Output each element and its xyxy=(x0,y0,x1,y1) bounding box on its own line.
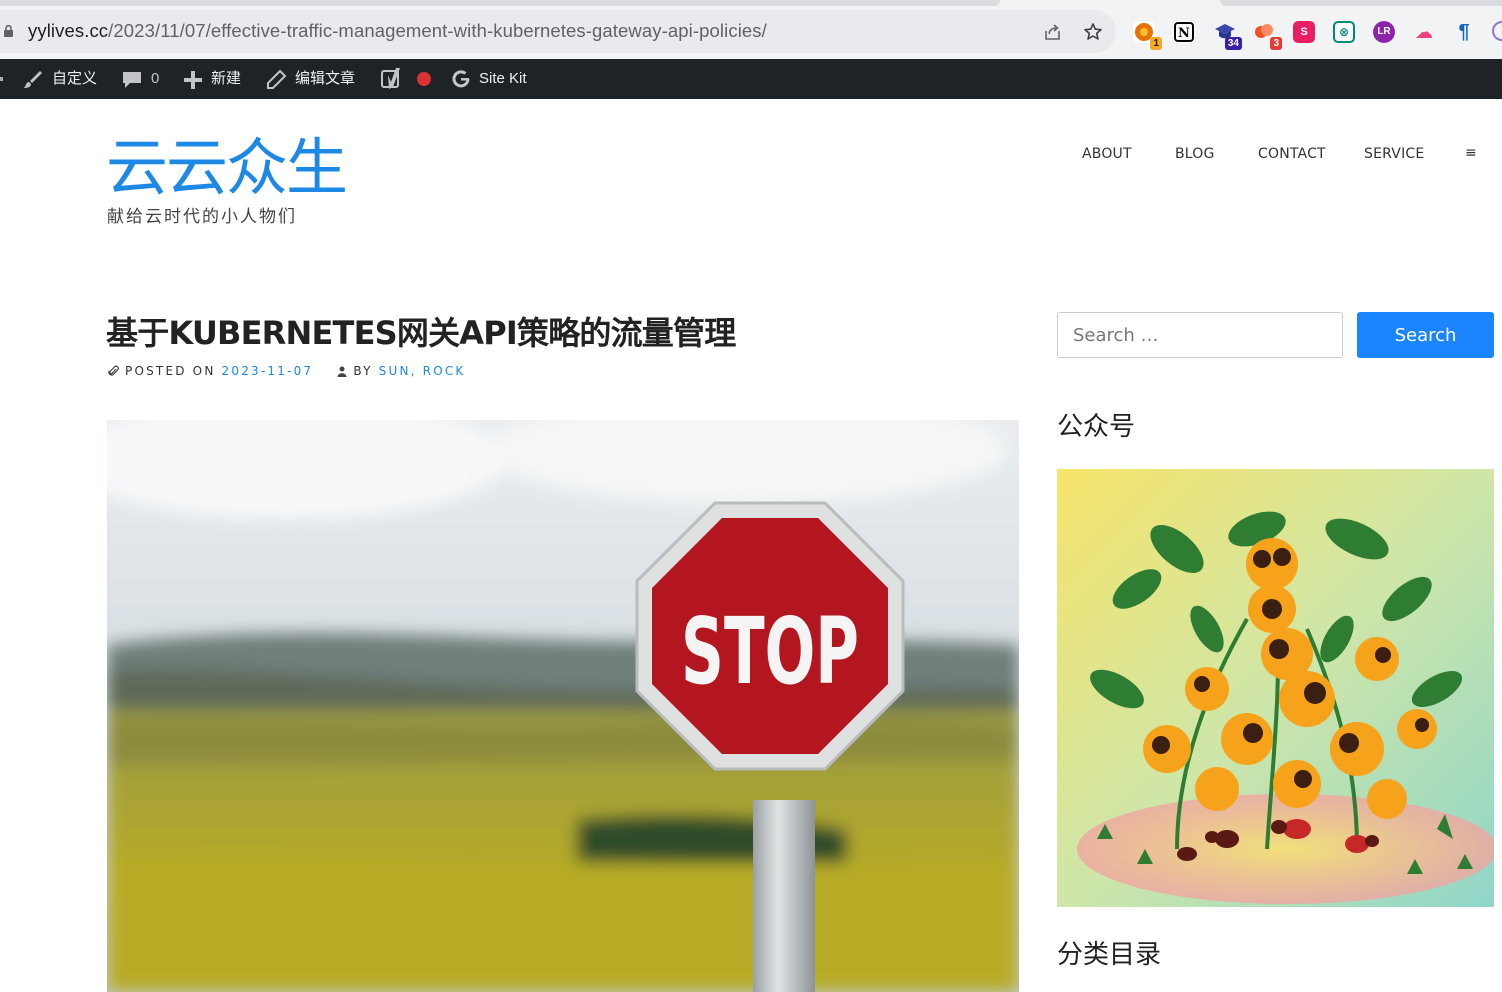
nav-about[interactable]: ABOUT xyxy=(1082,146,1132,162)
author-link[interactable]: SUN, ROCK xyxy=(379,364,466,378)
featured-image: STOP xyxy=(107,420,1019,992)
customize-label: 自定义 xyxy=(52,70,98,87)
browser-toolbar: yylives.cc/2023/11/07/effective-traffic-… xyxy=(0,0,1502,59)
customize-link[interactable]: 自定义 xyxy=(20,59,97,99)
wp-admin-bar: 自定义 0 新建 编辑文章 Site Kit xyxy=(0,59,1502,99)
graduation-cap-icon[interactable]: 34 xyxy=(1213,21,1242,50)
search-button[interactable]: Search xyxy=(1357,312,1494,358)
posted-on-label: POSTED ON xyxy=(125,364,216,378)
by-label: BY xyxy=(353,364,373,378)
paintbrush-icon xyxy=(24,71,42,88)
url-path: /2023/11/07/effective-traffic-management… xyxy=(108,20,767,41)
ext-purple-icon[interactable]: LR xyxy=(1373,21,1395,43)
ext-more-icon[interactable] xyxy=(1492,21,1502,41)
share-icon[interactable] xyxy=(1043,22,1063,42)
edit-post-link[interactable]: 编辑文章 xyxy=(265,59,355,99)
ext-cloud-icon[interactable]: ☁ xyxy=(1413,21,1435,43)
ext-badge: 3 xyxy=(1270,37,1282,50)
site-kit-label: Site Kit xyxy=(479,70,527,87)
seo-status-dot xyxy=(417,72,431,86)
ext-red-icon[interactable]: 3 xyxy=(1253,21,1282,50)
ext-badge: 34 xyxy=(1224,37,1242,50)
stop-sign-text: STOP xyxy=(681,598,859,705)
lock-icon[interactable] xyxy=(4,25,13,37)
wechat-qr-art-image[interactable] xyxy=(1057,469,1494,907)
ext-chrome-icon[interactable]: 1 xyxy=(1133,21,1162,50)
site-description: 献给云时代的小人物们 xyxy=(107,207,297,227)
comments-count: 0 xyxy=(151,70,160,87)
inactive-tab[interactable] xyxy=(1220,0,1502,6)
edit-label: 编辑文章 xyxy=(295,70,356,87)
nav-service[interactable]: SERVICE xyxy=(1364,146,1424,162)
wechat-widget-title: 公众号 xyxy=(1057,412,1136,442)
site-title[interactable]: 云云众生 xyxy=(106,128,348,208)
nav-blog[interactable]: BLOG xyxy=(1175,146,1215,162)
ext-pink-icon[interactable]: S xyxy=(1293,21,1315,43)
pencil-icon xyxy=(267,69,287,89)
google-g-icon xyxy=(452,70,470,88)
post-meta: POSTED ON 2023-11-07 BY SUN, ROCK xyxy=(108,364,466,378)
comment-bubble-icon xyxy=(123,72,141,88)
categories-widget-title: 分类目录 xyxy=(1057,940,1162,970)
new-content-link[interactable]: 新建 xyxy=(182,59,241,99)
ext-teal-icon[interactable]: ⊗ xyxy=(1333,21,1355,43)
user-icon xyxy=(337,366,347,377)
paperclip-icon xyxy=(108,365,119,376)
post-date-link[interactable]: 2023-11-07 xyxy=(222,364,314,378)
url-host: yylives.cc xyxy=(28,20,109,41)
admin-bar-edge xyxy=(0,59,4,99)
active-tab[interactable] xyxy=(0,0,1000,6)
search-input[interactable] xyxy=(1057,312,1343,358)
nav-menu-toggle[interactable]: ≡ xyxy=(1465,145,1477,161)
new-label: 新建 xyxy=(211,70,242,87)
yoast-icon xyxy=(381,68,400,89)
bookmark-star-icon[interactable] xyxy=(1083,22,1103,42)
ext-blue-icon[interactable]: ¶ xyxy=(1453,21,1475,43)
comments-link[interactable]: 0 xyxy=(121,59,159,99)
nav-contact[interactable]: CONTACT xyxy=(1258,146,1326,162)
plus-icon xyxy=(184,71,202,89)
svg-text:N: N xyxy=(1178,26,1190,41)
notion-icon[interactable]: N xyxy=(1173,21,1195,43)
site-kit-link[interactable]: Site Kit xyxy=(451,59,527,99)
ext-badge: 1 xyxy=(1150,37,1162,50)
post-title: 基于KUBERNETES网关API策略的流量管理 xyxy=(106,314,736,352)
url-text[interactable]: yylives.cc/2023/11/07/effective-traffic-… xyxy=(28,20,767,42)
